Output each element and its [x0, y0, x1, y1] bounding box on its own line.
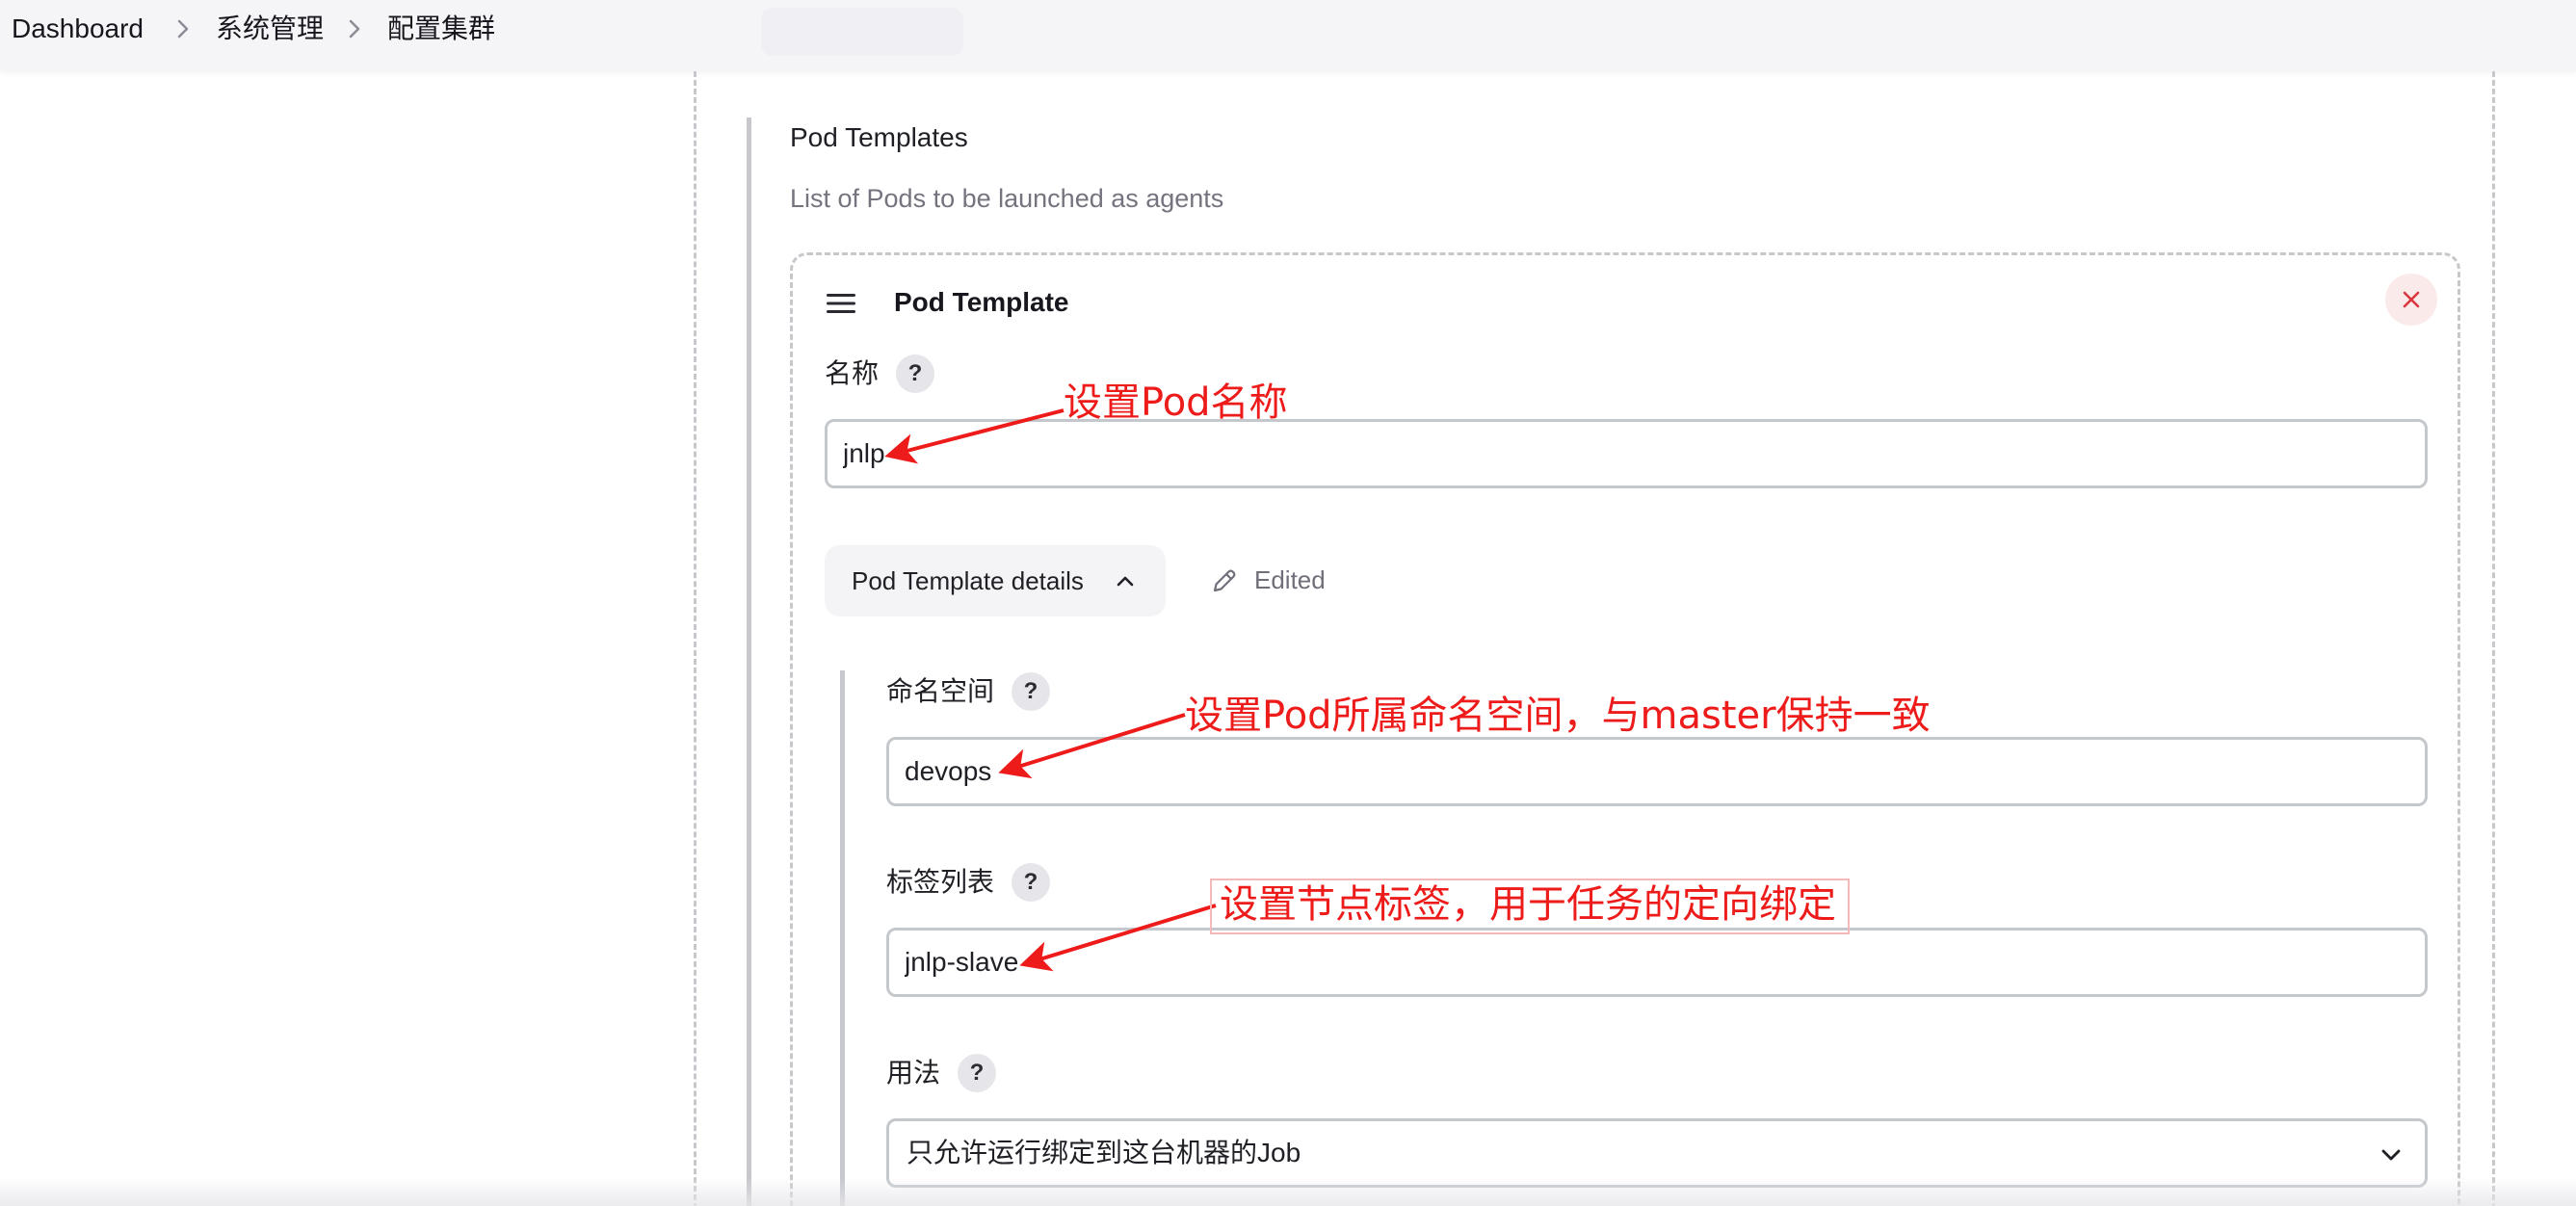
name-input[interactable]	[825, 419, 2428, 488]
breadcrumb-ghost-overlay	[761, 8, 963, 56]
breadcrumb: Dashboard 系统管理 配置集群	[0, 0, 2576, 71]
section-description: List of Pods to be launched as agents	[790, 184, 1224, 213]
name-label: 名称	[825, 358, 880, 388]
namespace-help-button[interactable]: ?	[1012, 672, 1050, 711]
namespace-input[interactable]	[886, 737, 2428, 806]
labels-input[interactable]	[886, 928, 2428, 997]
page: Dashboard 系统管理 配置集群 Pod Templates List o…	[0, 0, 2576, 1206]
pod-template-title: Pod Template	[894, 287, 1069, 317]
breadcrumb-dashboard[interactable]: Dashboard	[12, 12, 144, 46]
chevron-up-icon	[1117, 576, 1134, 587]
chevron-right-icon	[349, 19, 360, 39]
chevron-right-icon	[177, 19, 189, 39]
labels-annotation: 设置节点标签，用于任务的定向绑定	[1220, 882, 1836, 927]
chevron-down-icon	[2381, 1149, 2401, 1161]
labels-help-button[interactable]: ?	[1012, 863, 1050, 902]
usage-selected-value: 只允许运行绑定到这台机器的Job	[907, 1138, 1301, 1167]
section-title: Pod Templates	[790, 122, 968, 152]
namespace-label: 命名空间	[886, 676, 995, 706]
menu-handle-icon[interactable]	[825, 289, 857, 318]
labels-label: 标签列表	[886, 867, 995, 897]
pod-template-details-toggle[interactable]: Pod Template details	[825, 545, 1166, 616]
namespace-annotation: 设置Pod所属命名空间，与master保持一致	[1185, 694, 1931, 738]
close-icon	[2403, 291, 2420, 308]
usage-label: 用法	[886, 1058, 941, 1088]
usage-help-button[interactable]: ?	[958, 1054, 996, 1092]
edited-status: Edited	[1254, 565, 1326, 594]
delete-pod-template-button[interactable]	[2385, 274, 2437, 326]
pencil-icon	[1213, 569, 1236, 592]
breadcrumb-system-management[interactable]: 系统管理	[216, 12, 324, 46]
name-annotation: 设置Pod名称	[1064, 380, 1288, 425]
name-help-button[interactable]: ?	[896, 354, 934, 393]
bottom-fade	[0, 1177, 2576, 1206]
breadcrumb-configure-clouds[interactable]: 配置集群	[387, 12, 495, 46]
details-toggle-label: Pod Template details	[852, 566, 1084, 595]
section-rail	[747, 118, 751, 1206]
details-rail	[840, 670, 845, 1206]
